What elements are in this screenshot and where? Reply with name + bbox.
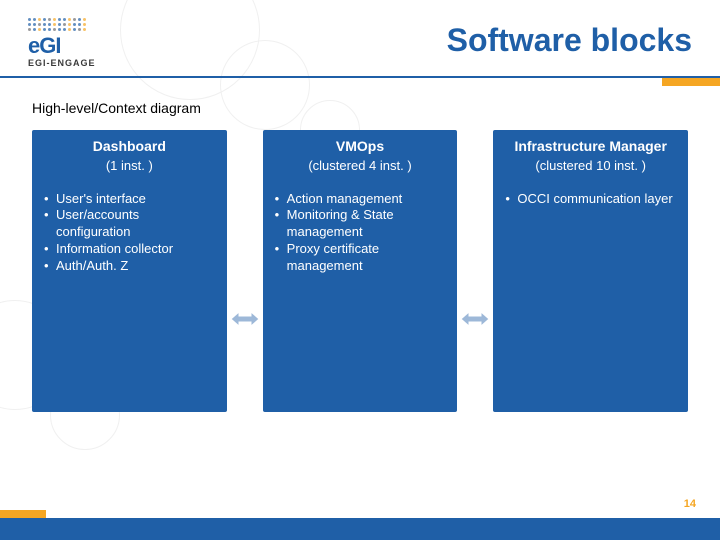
footer-accent xyxy=(0,510,46,518)
footer-bar xyxy=(0,518,720,540)
bidirectional-arrow-icon xyxy=(227,178,263,460)
list-item: Proxy certificate management xyxy=(275,241,446,275)
blocks-row: Dashboard (1 inst. ) User's interface Us… xyxy=(32,130,688,412)
block-sub: (clustered 10 inst. ) xyxy=(503,158,678,173)
egi-logo: eGI EGI-ENGAGE xyxy=(28,18,96,68)
block-heading: Infrastructure Manager xyxy=(503,138,678,156)
slide: eGI EGI-ENGAGE Software blocks High-leve… xyxy=(0,0,720,540)
block-list: Action management Monitoring & State man… xyxy=(273,191,448,275)
list-item: User/accounts configuration xyxy=(44,207,215,241)
list-item: Action management xyxy=(275,191,446,208)
list-item: User's interface xyxy=(44,191,215,208)
logo-dot-pattern xyxy=(28,18,87,32)
block-heading: VMOps xyxy=(273,138,448,156)
block-vmops: VMOps (clustered 4 inst. ) Action manage… xyxy=(263,130,458,412)
title-rule xyxy=(0,76,720,78)
list-item: Monitoring & State management xyxy=(275,207,446,241)
block-im: Infrastructure Manager (clustered 10 ins… xyxy=(493,130,688,412)
block-dashboard: Dashboard (1 inst. ) User's interface Us… xyxy=(32,130,227,412)
block-list: User's interface User/accounts configura… xyxy=(42,191,217,275)
list-item: Information collector xyxy=(44,241,215,258)
block-sub: (clustered 4 inst. ) xyxy=(273,158,448,173)
logo-text: eGI xyxy=(28,36,60,56)
list-item: OCCI communication layer xyxy=(505,191,676,208)
bidirectional-arrow-icon xyxy=(457,178,493,460)
header: eGI EGI-ENGAGE Software blocks xyxy=(0,0,720,74)
title-accent xyxy=(662,78,720,86)
subtitle: High-level/Context diagram xyxy=(32,100,201,116)
block-heading: Dashboard xyxy=(42,138,217,156)
page-number: 14 xyxy=(684,498,696,510)
page-title: Software blocks xyxy=(96,18,692,59)
block-sub: (1 inst. ) xyxy=(42,158,217,173)
logo-tagline: EGI-ENGAGE xyxy=(28,58,96,68)
block-list: OCCI communication layer xyxy=(503,191,678,208)
list-item: Auth/Auth. Z xyxy=(44,258,215,275)
